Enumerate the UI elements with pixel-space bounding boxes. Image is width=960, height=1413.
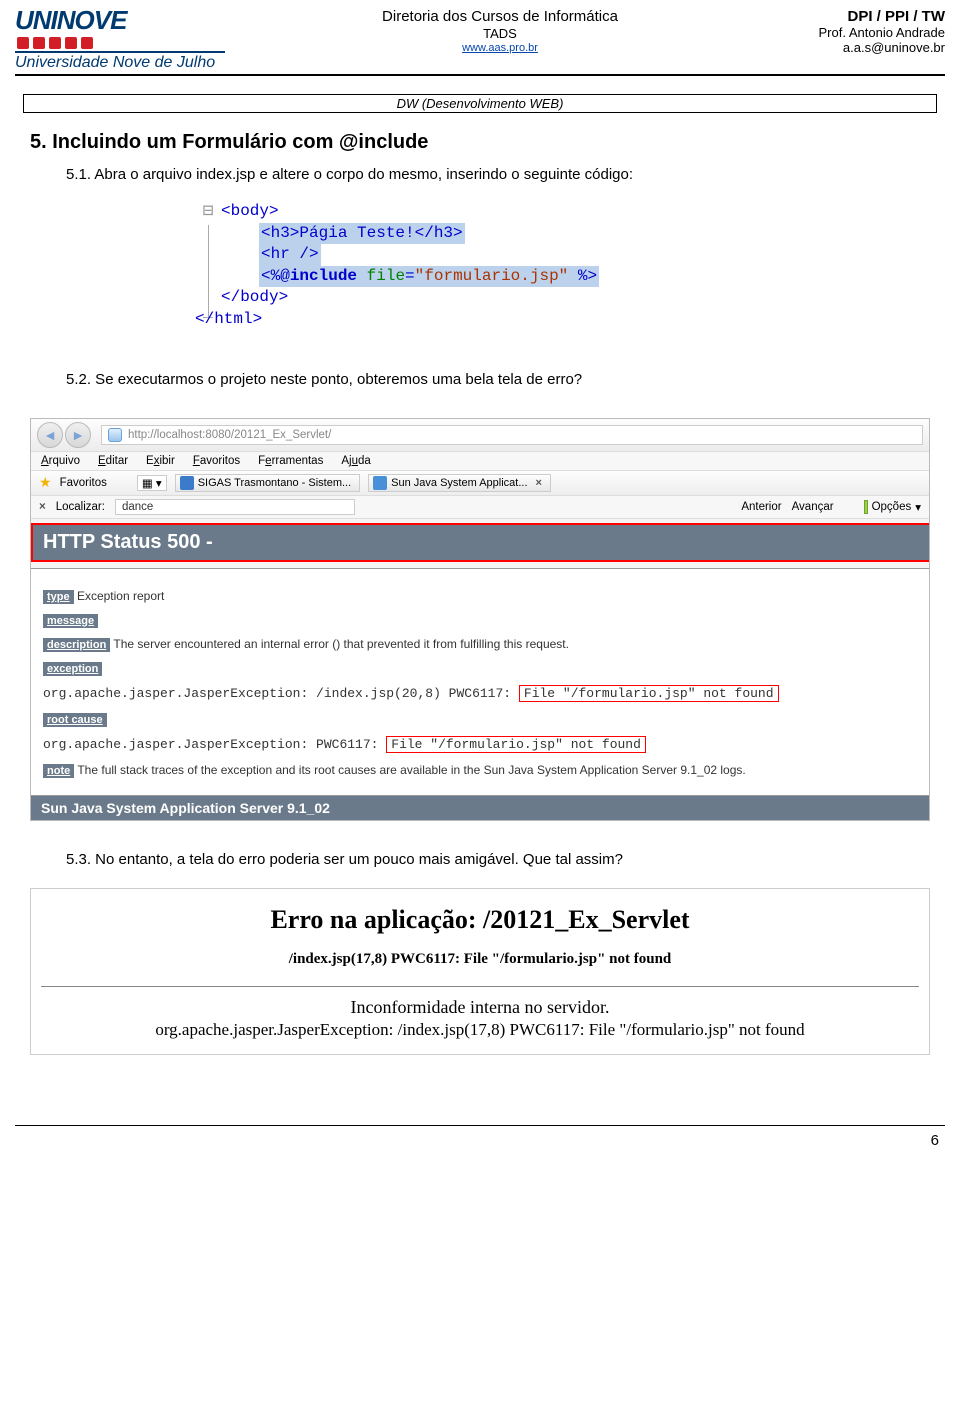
find-bar: × Localizar: dance Anterior Avançar Opçõ… — [31, 496, 929, 519]
type-text: Exception report — [74, 589, 165, 603]
menu-arquivo[interactable]: Arquivo — [41, 455, 80, 467]
friendly-error-box: Erro na aplicação: /20121_Ex_Servlet /in… — [30, 888, 930, 1055]
code-snippet: ⊟ <body> <h3>Págia Teste!</h3> <hr /> <%… — [195, 201, 915, 331]
code-body-close: </body> — [221, 288, 288, 306]
friendly-trace: org.apache.jasper.JasperException: /inde… — [41, 1020, 919, 1040]
header-center-line2: TADS — [235, 26, 765, 41]
menu-exibir[interactable]: Exibir — [146, 455, 175, 467]
globe-icon — [180, 476, 194, 490]
find-prev-button[interactable]: Anterior — [741, 501, 781, 513]
http-status-title: HTTP Status 500 - — [31, 523, 929, 562]
code-h3: <h3>Págia Teste!</h3> — [261, 224, 463, 242]
find-options-button[interactable]: Opções ▾ — [864, 500, 921, 514]
menu-favoritos[interactable]: Favoritos — [193, 455, 240, 467]
browser-nav-row: ◄ ► http://localhost:8080/20121_Ex_Servl… — [31, 419, 929, 452]
footer-rule — [15, 1125, 945, 1126]
find-next-button[interactable]: Avançar — [792, 501, 834, 513]
back-button[interactable]: ◄ — [37, 422, 63, 448]
browser-tab-1[interactable]: SIGAS Trasmontano - Sistem... — [175, 474, 360, 492]
header-right-line1: DPI / PPI / TW — [765, 8, 945, 25]
menu-editar[interactable]: Editar — [98, 455, 128, 467]
header-right: DPI / PPI / TW Prof. Antonio Andrade a.a… — [765, 5, 945, 55]
description-label: description — [43, 638, 110, 652]
note-label: note — [43, 764, 74, 778]
description-text: The server encountered an internal error… — [110, 637, 569, 651]
close-icon[interactable]: × — [536, 477, 542, 489]
exception-text-a: org.apache.jasper.JasperException: /inde… — [43, 686, 519, 701]
header-rule — [15, 74, 945, 76]
code-inc-open: <%@ — [261, 267, 290, 285]
forward-button[interactable]: ► — [65, 422, 91, 448]
url-text: http://localhost:8080/20121_Ex_Servlet/ — [128, 429, 331, 441]
find-input[interactable]: dance — [115, 499, 355, 515]
type-label: type — [43, 590, 74, 604]
header-center-line1: Diretoria dos Cursos de Informática — [235, 8, 765, 25]
friendly-message: Inconformidade interna no servidor. — [41, 997, 919, 1018]
highlighter-icon — [864, 500, 868, 514]
browser-screenshot: ◄ ► http://localhost:8080/20121_Ex_Servl… — [30, 418, 930, 821]
close-findbar-button[interactable]: × — [39, 501, 46, 513]
server-footer: Sun Java System Application Server 9.1_0… — [31, 796, 929, 820]
paragraph-5-3: 5.3. No entanto, a tela do erro poderia … — [66, 851, 930, 868]
header-right-line2: Prof. Antonio Andrade — [765, 25, 945, 40]
friendly-title: Erro na aplicação: /20121_Ex_Servlet — [41, 905, 919, 935]
friendly-divider — [41, 986, 919, 987]
header-center: Diretoria dos Cursos de Informática TADS… — [235, 5, 765, 54]
code-body-open: <body> — [221, 202, 279, 220]
logo-dots — [17, 37, 235, 49]
ie-icon — [108, 428, 122, 442]
grid-icon[interactable]: ▦ ▾ — [137, 475, 167, 491]
logo-block: UNINOVE Universidade Nove de Julho — [15, 5, 235, 72]
code-inc-kw: include — [290, 267, 357, 285]
browser-tab-2[interactable]: Sun Java System Applicat...× — [368, 474, 551, 492]
star-icon: ★ — [39, 474, 52, 491]
header-right-line3: a.a.s@uninove.br — [765, 40, 945, 55]
favorites-row: ★ Favoritos ▦ ▾ SIGAS Trasmontano - Sist… — [31, 471, 929, 496]
paragraph-5-1: 5.1. Abra o arquivo index.jsp e altere o… — [66, 166, 930, 183]
address-bar[interactable]: http://localhost:8080/20121_Ex_Servlet/ — [101, 425, 923, 445]
header-link[interactable]: www.aas.pro.br — [462, 42, 538, 54]
code-inc-attr: file — [367, 267, 405, 285]
root-cause-label: root cause — [43, 713, 107, 727]
paragraph-5-2: 5.2. Se executarmos o projeto neste pont… — [66, 371, 930, 388]
error-body: type Exception report message descriptio… — [31, 569, 929, 795]
favorites-label[interactable]: Favoritos — [60, 477, 107, 489]
code-inc-close: %> — [578, 267, 597, 285]
exception-highlight: File "/formulario.jsp" not found — [519, 685, 779, 702]
code-hr: <hr /> — [261, 245, 319, 263]
dw-label: DW (Desenvolvimento WEB) — [23, 94, 937, 113]
logo-subtitle: Universidade Nove de Julho — [15, 51, 225, 72]
menu-ajuda[interactable]: Ajuda — [341, 455, 370, 467]
find-label: Localizar: — [56, 501, 105, 513]
browser-menu: Arquivo Editar Exibir Favoritos Ferramen… — [31, 452, 929, 471]
page-header: UNINOVE Universidade Nove de Julho Diret… — [15, 0, 945, 72]
friendly-subtitle: /index.jsp(17,8) PWC6117: File "/formula… — [41, 951, 919, 968]
page-number: 6 — [15, 1132, 945, 1149]
message-label: message — [43, 614, 98, 628]
code-html-close: </html> — [195, 310, 262, 328]
root-cause-text-a: org.apache.jasper.JasperException: PWC61… — [43, 737, 386, 752]
exception-label: exception — [43, 662, 102, 676]
menu-ferramentas[interactable]: Ferramentas — [258, 455, 323, 467]
globe-icon — [373, 476, 387, 490]
code-inc-val: "formulario.jsp" — [415, 267, 569, 285]
logo-word: UNINOVE — [15, 7, 235, 33]
root-cause-highlight: File "/formulario.jsp" not found — [386, 736, 646, 753]
note-text: The full stack traces of the exception a… — [74, 763, 746, 777]
section-title: 5. Incluindo um Formulário com @include — [30, 131, 930, 154]
